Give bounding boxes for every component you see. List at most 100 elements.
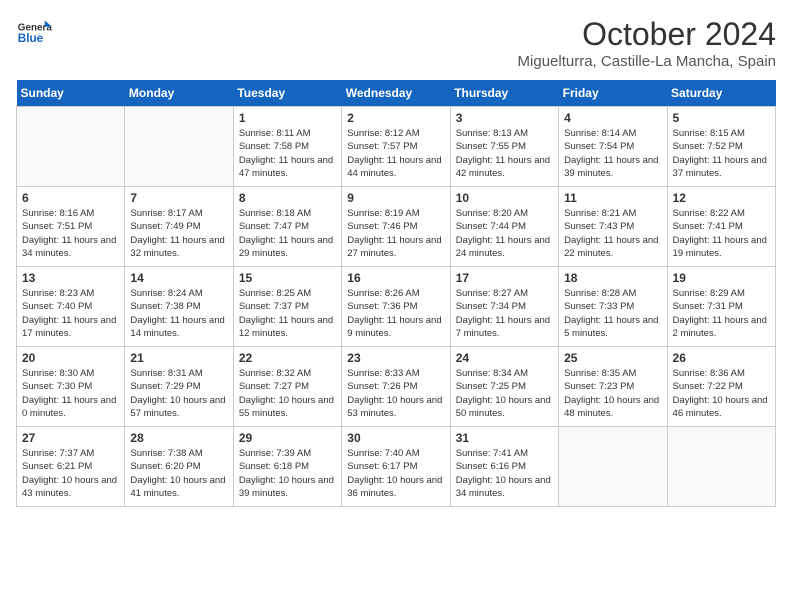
day-number: 12	[673, 191, 770, 205]
day-number: 4	[564, 111, 661, 125]
day-info: Sunrise: 7:41 AM Sunset: 6:16 PM Dayligh…	[456, 447, 553, 500]
day-number: 30	[347, 431, 444, 445]
calendar-cell	[17, 107, 125, 187]
day-number: 28	[130, 431, 227, 445]
day-number: 15	[239, 271, 336, 285]
day-info: Sunrise: 8:29 AM Sunset: 7:31 PM Dayligh…	[673, 287, 770, 340]
day-info: Sunrise: 8:34 AM Sunset: 7:25 PM Dayligh…	[456, 367, 553, 420]
day-number: 22	[239, 351, 336, 365]
day-info: Sunrise: 8:12 AM Sunset: 7:57 PM Dayligh…	[347, 127, 444, 180]
calendar-table: SundayMondayTuesdayWednesdayThursdayFrid…	[16, 80, 776, 507]
calendar-cell: 21 Sunrise: 8:31 AM Sunset: 7:29 PM Dayli…	[125, 347, 233, 427]
day-number: 25	[564, 351, 661, 365]
calendar-cell: 19 Sunrise: 8:29 AM Sunset: 7:31 PM Dayli…	[667, 267, 775, 347]
day-info: Sunrise: 8:17 AM Sunset: 7:49 PM Dayligh…	[130, 207, 227, 260]
calendar-cell: 31Sunrise: 7:41 AM Sunset: 6:16 PM Dayli…	[450, 427, 558, 507]
day-info: Sunrise: 8:25 AM Sunset: 7:37 PM Dayligh…	[239, 287, 336, 340]
location-subtitle: Miguelturra, Castille-La Mancha, Spain	[518, 53, 776, 70]
calendar-cell	[559, 427, 667, 507]
calendar-cell: 29 Sunrise: 7:39 AM Sunset: 6:18 PM Dayli…	[233, 427, 341, 507]
day-number: 24	[456, 351, 553, 365]
day-number: 2	[347, 111, 444, 125]
week-row-4: 20Sunrise: 8:30 AM Sunset: 7:30 PM Dayli…	[17, 347, 776, 427]
calendar-cell: 12 Sunrise: 8:22 AM Sunset: 7:41 PM Dayli…	[667, 187, 775, 267]
day-number: 19	[673, 271, 770, 285]
day-info: Sunrise: 8:15 AM Sunset: 7:52 PM Dayligh…	[673, 127, 770, 180]
calendar-cell: 27 Sunrise: 7:37 AM Sunset: 6:21 PM Dayli…	[17, 427, 125, 507]
day-info: Sunrise: 8:24 AM Sunset: 7:38 PM Dayligh…	[130, 287, 227, 340]
day-info: Sunrise: 8:13 AM Sunset: 7:55 PM Dayligh…	[456, 127, 553, 180]
day-number: 27	[22, 431, 119, 445]
calendar-cell: 30 Sunrise: 7:40 AM Sunset: 6:17 PM Dayli…	[342, 427, 450, 507]
header-saturday: Saturday	[667, 80, 775, 107]
day-number: 8	[239, 191, 336, 205]
calendar-cell: 4 Sunrise: 8:14 AM Sunset: 7:54 PM Daylig…	[559, 107, 667, 187]
calendar-cell: 13Sunrise: 8:23 AM Sunset: 7:40 PM Dayli…	[17, 267, 125, 347]
svg-text:Blue: Blue	[18, 32, 44, 45]
day-info: Sunrise: 8:33 AM Sunset: 7:26 PM Dayligh…	[347, 367, 444, 420]
day-info: Sunrise: 8:22 AM Sunset: 7:41 PM Dayligh…	[673, 207, 770, 260]
calendar-cell: 22 Sunrise: 8:32 AM Sunset: 7:27 PM Dayli…	[233, 347, 341, 427]
calendar-cell: 6 Sunrise: 8:16 AM Sunset: 7:51 PM Daylig…	[17, 187, 125, 267]
day-info: Sunrise: 8:31 AM Sunset: 7:29 PM Dayligh…	[130, 367, 227, 420]
day-number: 7	[130, 191, 227, 205]
week-row-5: 27 Sunrise: 7:37 AM Sunset: 6:21 PM Dayli…	[17, 427, 776, 507]
day-info: Sunrise: 7:40 AM Sunset: 6:17 PM Dayligh…	[347, 447, 444, 500]
month-title: October 2024	[518, 16, 776, 53]
day-number: 26	[673, 351, 770, 365]
day-info: Sunrise: 8:36 AM Sunset: 7:22 PM Dayligh…	[673, 367, 770, 420]
calendar-cell: 3Sunrise: 8:13 AM Sunset: 7:55 PM Daylig…	[450, 107, 558, 187]
day-number: 29	[239, 431, 336, 445]
day-info: Sunrise: 8:35 AM Sunset: 7:23 PM Dayligh…	[564, 367, 661, 420]
calendar-cell	[125, 107, 233, 187]
week-row-3: 13Sunrise: 8:23 AM Sunset: 7:40 PM Dayli…	[17, 267, 776, 347]
header-thursday: Thursday	[450, 80, 558, 107]
title-block: October 2024 Miguelturra, Castille-La Ma…	[518, 16, 776, 70]
calendar-cell: 18 Sunrise: 8:28 AM Sunset: 7:33 PM Dayli…	[559, 267, 667, 347]
day-info: Sunrise: 7:37 AM Sunset: 6:21 PM Dayligh…	[22, 447, 119, 500]
calendar-cell: 7 Sunrise: 8:17 AM Sunset: 7:49 PM Daylig…	[125, 187, 233, 267]
calendar-cell: 10Sunrise: 8:20 AM Sunset: 7:44 PM Dayli…	[450, 187, 558, 267]
day-number: 6	[22, 191, 119, 205]
day-info: Sunrise: 8:20 AM Sunset: 7:44 PM Dayligh…	[456, 207, 553, 260]
header-friday: Friday	[559, 80, 667, 107]
week-row-2: 6 Sunrise: 8:16 AM Sunset: 7:51 PM Daylig…	[17, 187, 776, 267]
calendar-cell: 8Sunrise: 8:18 AM Sunset: 7:47 PM Daylig…	[233, 187, 341, 267]
header-monday: Monday	[125, 80, 233, 107]
calendar-cell: 20Sunrise: 8:30 AM Sunset: 7:30 PM Dayli…	[17, 347, 125, 427]
calendar-cell: 9Sunrise: 8:19 AM Sunset: 7:46 PM Daylig…	[342, 187, 450, 267]
calendar-cell: 25 Sunrise: 8:35 AM Sunset: 7:23 PM Dayli…	[559, 347, 667, 427]
header-sunday: Sunday	[17, 80, 125, 107]
calendar-cell: 2 Sunrise: 8:12 AM Sunset: 7:57 PM Daylig…	[342, 107, 450, 187]
page-header: General Blue October 2024 Miguelturra, C…	[16, 16, 776, 70]
calendar-cell: 15 Sunrise: 8:25 AM Sunset: 7:37 PM Dayli…	[233, 267, 341, 347]
day-info: Sunrise: 7:39 AM Sunset: 6:18 PM Dayligh…	[239, 447, 336, 500]
day-info: Sunrise: 8:11 AM Sunset: 7:58 PM Dayligh…	[239, 127, 336, 180]
day-info: Sunrise: 8:32 AM Sunset: 7:27 PM Dayligh…	[239, 367, 336, 420]
logo: General Blue	[16, 16, 52, 52]
day-info: Sunrise: 7:38 AM Sunset: 6:20 PM Dayligh…	[130, 447, 227, 500]
calendar-cell: 14 Sunrise: 8:24 AM Sunset: 7:38 PM Dayli…	[125, 267, 233, 347]
calendar-cell: 28 Sunrise: 7:38 AM Sunset: 6:20 PM Dayli…	[125, 427, 233, 507]
header-tuesday: Tuesday	[233, 80, 341, 107]
day-number: 11	[564, 191, 661, 205]
logo-icon: General Blue	[16, 16, 52, 52]
calendar-cell: 24 Sunrise: 8:34 AM Sunset: 7:25 PM Dayli…	[450, 347, 558, 427]
day-number: 17	[456, 271, 553, 285]
calendar-cell: 17 Sunrise: 8:27 AM Sunset: 7:34 PM Dayli…	[450, 267, 558, 347]
day-info: Sunrise: 8:28 AM Sunset: 7:33 PM Dayligh…	[564, 287, 661, 340]
calendar-cell: 5Sunrise: 8:15 AM Sunset: 7:52 PM Daylig…	[667, 107, 775, 187]
day-info: Sunrise: 8:23 AM Sunset: 7:40 PM Dayligh…	[22, 287, 119, 340]
calendar-cell: 23Sunrise: 8:33 AM Sunset: 7:26 PM Dayli…	[342, 347, 450, 427]
day-info: Sunrise: 8:16 AM Sunset: 7:51 PM Dayligh…	[22, 207, 119, 260]
day-number: 18	[564, 271, 661, 285]
day-number: 20	[22, 351, 119, 365]
calendar-header-row: SundayMondayTuesdayWednesdayThursdayFrid…	[17, 80, 776, 107]
calendar-cell	[667, 427, 775, 507]
calendar-cell: 11 Sunrise: 8:21 AM Sunset: 7:43 PM Dayli…	[559, 187, 667, 267]
day-number: 21	[130, 351, 227, 365]
day-info: Sunrise: 8:21 AM Sunset: 7:43 PM Dayligh…	[564, 207, 661, 260]
day-number: 14	[130, 271, 227, 285]
day-info: Sunrise: 8:27 AM Sunset: 7:34 PM Dayligh…	[456, 287, 553, 340]
day-info: Sunrise: 8:14 AM Sunset: 7:54 PM Dayligh…	[564, 127, 661, 180]
